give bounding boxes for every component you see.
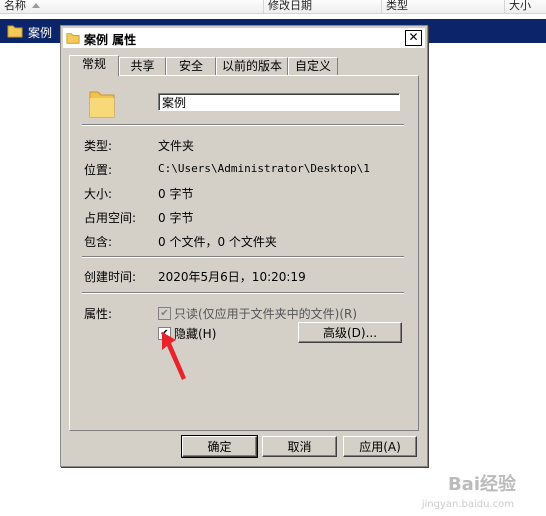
separator xyxy=(82,124,404,126)
red-arrow-icon xyxy=(162,332,186,380)
dialog-title: 案例 属性 xyxy=(84,33,137,47)
name-input[interactable]: 案例 xyxy=(158,93,400,111)
contains-value: 0 个文件，0 个文件夹 xyxy=(158,235,277,249)
folder-large-icon xyxy=(89,91,115,118)
folder-icon xyxy=(66,33,80,44)
file-row-label: 案例 xyxy=(28,26,53,40)
column-size[interactable]: 大小 xyxy=(504,0,546,13)
dialog-titlebar[interactable]: 案例 属性 ✕ xyxy=(63,28,425,48)
tab-customize[interactable]: 自定义 xyxy=(288,57,338,75)
watermark-logo: Bai经验 xyxy=(447,474,516,495)
properties-dialog: 案例 属性 ✕ 常规 共享 安全 以前的版本 自定义 案例 类型: 文件夹 位置… xyxy=(60,25,428,467)
tab-security[interactable]: 安全 xyxy=(166,57,216,75)
ok-button[interactable]: 确定 xyxy=(181,435,258,458)
readonly-checkbox[interactable]: ✔ xyxy=(158,307,171,320)
cancel-button[interactable]: 取消 xyxy=(262,436,337,457)
watermark-url: jingyan.baidu.com xyxy=(421,499,514,510)
column-name[interactable]: 名称 xyxy=(0,0,262,13)
tab-general[interactable]: 常规 xyxy=(69,55,119,76)
type-label: 类型: xyxy=(84,139,113,153)
type-value: 文件夹 xyxy=(158,139,195,153)
size-on-disk-label: 占用空间: xyxy=(84,211,137,225)
column-header: 名称 修改日期 类型 大小 xyxy=(0,0,546,14)
size-on-disk-value: 0 字节 xyxy=(158,211,194,225)
location-value: C:\Users\Administrator\Desktop\1 xyxy=(158,162,370,175)
created-label: 创建时间: xyxy=(84,270,137,284)
tab-previous-versions[interactable]: 以前的版本 xyxy=(216,57,288,75)
sort-up-icon xyxy=(32,3,40,8)
advanced-button[interactable]: 高级(D)... xyxy=(298,322,402,343)
created-value: 2020年5月6日，10:20:19 xyxy=(158,270,306,284)
separator xyxy=(82,292,404,294)
location-label: 位置: xyxy=(84,163,113,177)
column-date-modified[interactable]: 修改日期 xyxy=(263,0,381,13)
close-button[interactable]: ✕ xyxy=(405,30,422,46)
tab-panel-general: 案例 类型: 文件夹 位置: C:\Users\Administrator\De… xyxy=(69,75,419,431)
apply-button[interactable]: 应用(A) xyxy=(343,436,417,457)
contains-label: 包含: xyxy=(84,235,113,249)
column-type[interactable]: 类型 xyxy=(381,0,504,13)
close-icon: ✕ xyxy=(408,30,419,44)
size-value: 0 字节 xyxy=(158,187,194,201)
folder-icon xyxy=(7,25,23,38)
size-label: 大小: xyxy=(84,187,113,201)
separator xyxy=(82,256,404,258)
tab-sharing[interactable]: 共享 xyxy=(119,57,166,75)
attributes-label: 属性: xyxy=(84,307,113,321)
readonly-label: 只读(仅应用于文件夹中的文件)(R) xyxy=(174,307,358,321)
